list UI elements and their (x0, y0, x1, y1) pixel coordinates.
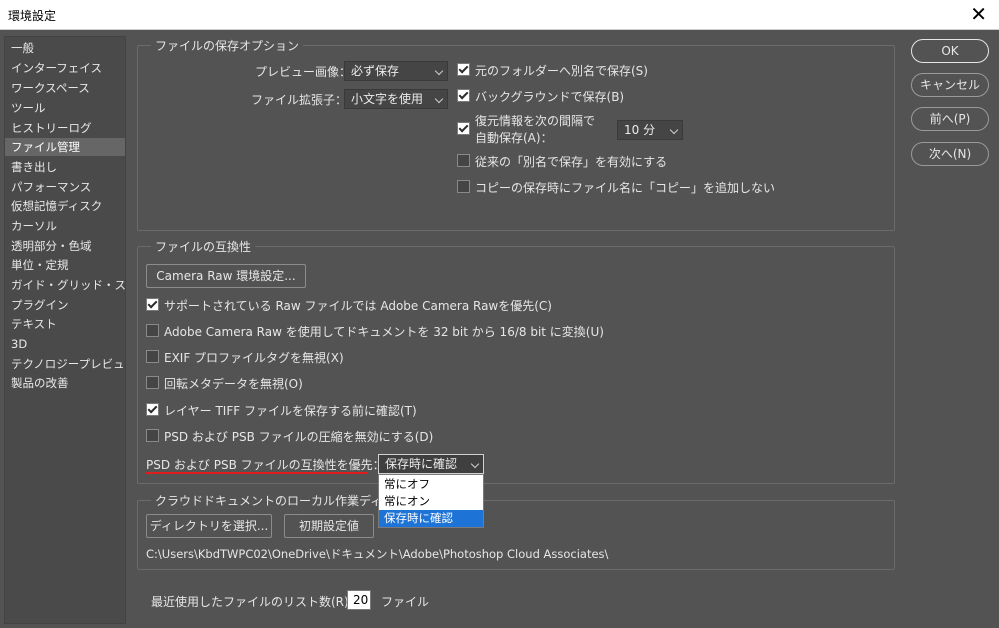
option-never[interactable]: 常にオフ (379, 476, 483, 493)
convert-bit-depth-checkbox[interactable] (146, 324, 159, 337)
annotation-underline (146, 472, 368, 474)
chevron-down-icon (434, 94, 444, 104)
legacy-save-as-label: 従来の「別名で保存」を有効にする (475, 155, 668, 169)
chevron-down-icon (669, 125, 679, 135)
camera-raw-preferences-button[interactable]: Camera Raw 環境設定... (146, 264, 306, 288)
sidebar-item-tools[interactable]: ツール (5, 99, 125, 117)
sidebar-item-file-handling[interactable]: ファイル管理 (5, 138, 125, 156)
sidebar-item-history-log[interactable]: ヒストリーログ (5, 119, 125, 137)
option-ask[interactable]: 保存時に確認 (379, 510, 483, 527)
maximize-compatibility-select[interactable]: 保存時に確認 (378, 454, 484, 474)
sidebar-item-units-rulers[interactable]: 単位・定規 (5, 256, 125, 274)
ignore-exif-label: EXIF プロファイルタグを無視(X) (164, 351, 344, 365)
sidebar-item-cursors[interactable]: カーソル (5, 217, 125, 235)
sidebar-item-transparency-gamut[interactable]: 透明部分・色域 (5, 237, 125, 255)
file-extension-label: ファイル拡張子： (251, 93, 348, 107)
close-icon[interactable]: ✕ (970, 3, 987, 25)
sidebar-item-interface[interactable]: インターフェイス (5, 59, 125, 77)
sidebar-item-3d[interactable]: 3D (5, 335, 125, 353)
ignore-rotation-label: 回転メタデータを無視(O) (164, 377, 303, 391)
maximize-compatibility-options: 常にオフ 常にオン 保存時に確認 (378, 474, 484, 528)
title-bar: 環境設定 ✕ (0, 0, 999, 30)
ignore-rotation-checkbox[interactable] (146, 376, 159, 389)
cancel-button[interactable]: キャンセル (911, 73, 989, 97)
disable-compression-checkbox[interactable] (146, 429, 159, 442)
maximize-compatibility-value: 保存時に確認 (385, 457, 458, 471)
save-original-folder-label: 元のフォルダーへ別名で保存(S) (475, 64, 648, 78)
chevron-down-icon (434, 66, 444, 76)
compatibility-title: ファイルの互換性 (151, 238, 256, 255)
sidebar-item-performance[interactable]: パフォーマンス (5, 178, 125, 196)
file-extension-select[interactable]: 小文字を使用 (344, 89, 448, 109)
prefer-acr-checkbox[interactable] (146, 298, 159, 311)
choose-directory-button[interactable]: ディレクトリを選択... (146, 514, 272, 538)
checkmark-icon (458, 122, 469, 133)
sidebar-item-scratch-disks[interactable]: 仮想記憶ディスク (5, 197, 125, 215)
background-save-label: バックグラウンドで保存(B) (475, 90, 625, 104)
autosave-checkbox[interactable] (457, 122, 470, 135)
next-button[interactable]: 次へ(N) (911, 142, 989, 166)
autosave-label-line2: 自動保存(A)： (475, 131, 553, 145)
save-options-title: ファイルの保存オプション (151, 37, 304, 54)
ask-tiff-checkbox[interactable] (146, 403, 159, 416)
no-copy-suffix-label: コピーの保存時にファイル名に「コピー」を追加しない (475, 181, 776, 195)
sidebar-item-guides-grid-slices[interactable]: ガイド・グリッド・スライス (5, 276, 125, 294)
maximize-compatibility-label: PSD および PSB ファイルの互換性を優先： (146, 458, 385, 472)
disable-compression-label: PSD および PSB ファイルの圧縮を無効にする(D) (164, 430, 434, 444)
no-copy-suffix-checkbox[interactable] (457, 180, 470, 193)
autosave-interval-value: 10 分 (624, 123, 656, 137)
background-save-checkbox[interactable] (457, 89, 470, 102)
ignore-exif-checkbox[interactable] (146, 350, 159, 363)
sidebar-item-workspace[interactable]: ワークスペース (5, 79, 125, 97)
checkmark-icon (147, 403, 158, 414)
cloud-directory-path: C:\Users\KbdTWPC02\OneDrive\ドキュメント\Adobe… (146, 547, 609, 561)
checkmark-icon (458, 89, 469, 100)
preferences-sidebar: 一般 インターフェイス ワークスペース ツール ヒストリーログ ファイル管理 書… (4, 36, 126, 624)
sidebar-item-technology-previews[interactable]: テクノロジープレビュー (5, 355, 125, 373)
sidebar-item-plugins[interactable]: プラグイン (5, 296, 125, 314)
convert-bit-depth-label: Adobe Camera Raw を使用してドキュメントを 32 bit から … (164, 325, 604, 339)
chevron-down-icon (470, 459, 480, 469)
option-always[interactable]: 常にオン (379, 493, 483, 510)
file-extension-value: 小文字を使用 (351, 92, 424, 106)
autosave-interval-select[interactable]: 10 分 (617, 120, 683, 140)
sidebar-item-product-improvement[interactable]: 製品の改善 (5, 374, 125, 392)
sidebar-item-type[interactable]: テキスト (5, 315, 125, 333)
legacy-save-as-checkbox[interactable] (457, 154, 470, 167)
window-title: 環境設定 (8, 9, 57, 23)
sidebar-item-general[interactable]: 一般 (5, 39, 125, 57)
recent-files-unit: ファイル (381, 595, 430, 609)
recent-files-input[interactable]: 20 (347, 590, 371, 610)
recent-files-label: 最近使用したファイルのリスト数(R)： (151, 595, 361, 609)
preview-label: プレビュー画像： (255, 65, 352, 79)
ok-button[interactable]: OK (911, 39, 989, 63)
autosave-label-line1: 復元情報を次の間隔で (475, 114, 596, 128)
prefer-acr-label: サポートされている Raw ファイルでは Adobe Camera Rawを優先… (164, 299, 552, 313)
preview-select[interactable]: 必ず保存 (344, 61, 448, 81)
checkmark-icon (147, 298, 158, 309)
save-original-folder-checkbox[interactable] (457, 63, 470, 76)
checkmark-icon (458, 63, 469, 74)
sidebar-item-export[interactable]: 書き出し (5, 158, 125, 176)
default-directory-button[interactable]: 初期設定値 (284, 514, 374, 538)
ask-tiff-label: レイヤー TIFF ファイルを保存する前に確認(T) (164, 404, 417, 418)
previous-button[interactable]: 前へ(P) (911, 107, 989, 131)
preview-value: 必ず保存 (351, 64, 400, 78)
